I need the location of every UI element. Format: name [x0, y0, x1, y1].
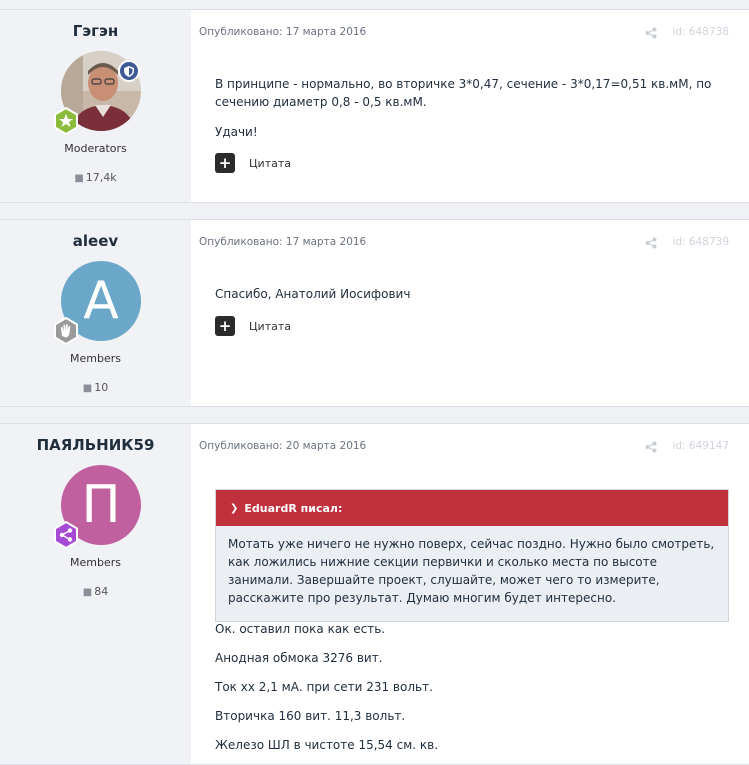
post-date: Опубликовано: 17 марта 2016 [199, 236, 367, 248]
post-count: ■ 84 [82, 585, 109, 598]
comment-icon: ■ [82, 587, 93, 598]
post-648739: aleev A Members ■ 10 Опубликовано: 17 мар… [0, 219, 749, 407]
star-rank-icon [52, 106, 80, 136]
post-date: Опубликовано: 17 марта 2016 [199, 26, 367, 38]
author-name-link[interactable]: Гэгэн [0, 22, 191, 40]
post-648738: Гэгэн Moderators ■ 17,4k Опубликовано: 1… [0, 9, 749, 203]
paragraph: В принципе - нормально, во вторичке 3*0,… [215, 77, 712, 109]
post-body: Ок. оставил пока как есть. Анодная обмок… [215, 620, 719, 754]
hand-rank-icon [52, 316, 80, 346]
paragraph: Ок. оставил пока как есть. [215, 622, 386, 636]
quote-block: ❯ EduardR писал: Мотать уже ничего не ну… [215, 489, 729, 622]
plus-icon: + [215, 153, 235, 173]
post-body: Спасибо, Анатолий Иосифович [215, 285, 719, 303]
paragraph: Вторичка 160 вит. 11,3 вольт. [215, 709, 406, 723]
share-rank-icon [52, 520, 80, 550]
paragraph: Спасибо, Анатолий Иосифович [215, 287, 411, 301]
paragraph: Ток хх 2,1 мА. при сети 231 вольт. [215, 680, 433, 694]
plus-icon: + [215, 316, 235, 336]
user-group: Members [70, 556, 121, 569]
quote-button-label: Цитата [249, 319, 291, 333]
author-name-link[interactable]: ПАЯЛЬНИК59 [0, 436, 191, 454]
post-date: Опубликовано: 20 марта 2016 [199, 440, 367, 452]
post-id-link[interactable]: id: 648739 [672, 236, 729, 248]
author-name-link[interactable]: aleev [0, 232, 191, 250]
avatar-letter: П [81, 475, 121, 535]
post-649147: ПАЯЛЬНИК59 П Members ■ 84 Опубликовано: 2… [0, 423, 749, 765]
chevron-down-icon: ❯ [230, 502, 239, 514]
author-panel: aleev A Members ■ 10 [0, 220, 191, 406]
user-group: Members [70, 352, 121, 365]
share-icon[interactable] [645, 441, 657, 453]
post-content: Опубликовано: 17 марта 2016 id: 648738 В… [191, 10, 749, 202]
post-count: ■ 10 [82, 381, 109, 394]
paragraph: Удачи! [215, 125, 258, 139]
user-group: Moderators [64, 142, 127, 155]
post-content: Опубликовано: 20 марта 2016 id: 649147 ❯… [191, 424, 749, 764]
comment-icon: ■ [82, 383, 93, 394]
shield-icon [118, 60, 140, 82]
post-id-link[interactable]: id: 648738 [672, 26, 729, 38]
author-panel: Гэгэн Moderators ■ 17,4k [0, 10, 191, 202]
quote-header[interactable]: ❯ EduardR писал: [216, 490, 728, 526]
share-icon[interactable] [645, 237, 657, 249]
avatar-letter: A [83, 271, 119, 331]
author-panel: ПАЯЛЬНИК59 П Members ■ 84 [0, 424, 191, 764]
post-body: В принципе - нормально, во вторичке 3*0,… [215, 75, 719, 141]
paragraph: Анодная обмока 3276 вит. [215, 651, 383, 665]
post-count: ■ 17,4k [74, 171, 117, 184]
quote-button[interactable]: + Цитата [215, 316, 291, 336]
post-id-link[interactable]: id: 649147 [672, 440, 729, 452]
quote-button[interactable]: + Цитата [215, 153, 291, 173]
paragraph: Железо ШЛ в чистоте 15,54 см. кв. [215, 738, 439, 752]
comment-icon: ■ [74, 173, 84, 184]
quote-button-label: Цитата [249, 156, 291, 170]
quote-author: EduardR писал: [244, 501, 343, 515]
share-icon[interactable] [645, 27, 657, 39]
quote-text: Мотать уже ничего не нужно поверх, сейча… [228, 537, 715, 605]
post-content: Опубликовано: 17 марта 2016 id: 648739 С… [191, 220, 749, 406]
